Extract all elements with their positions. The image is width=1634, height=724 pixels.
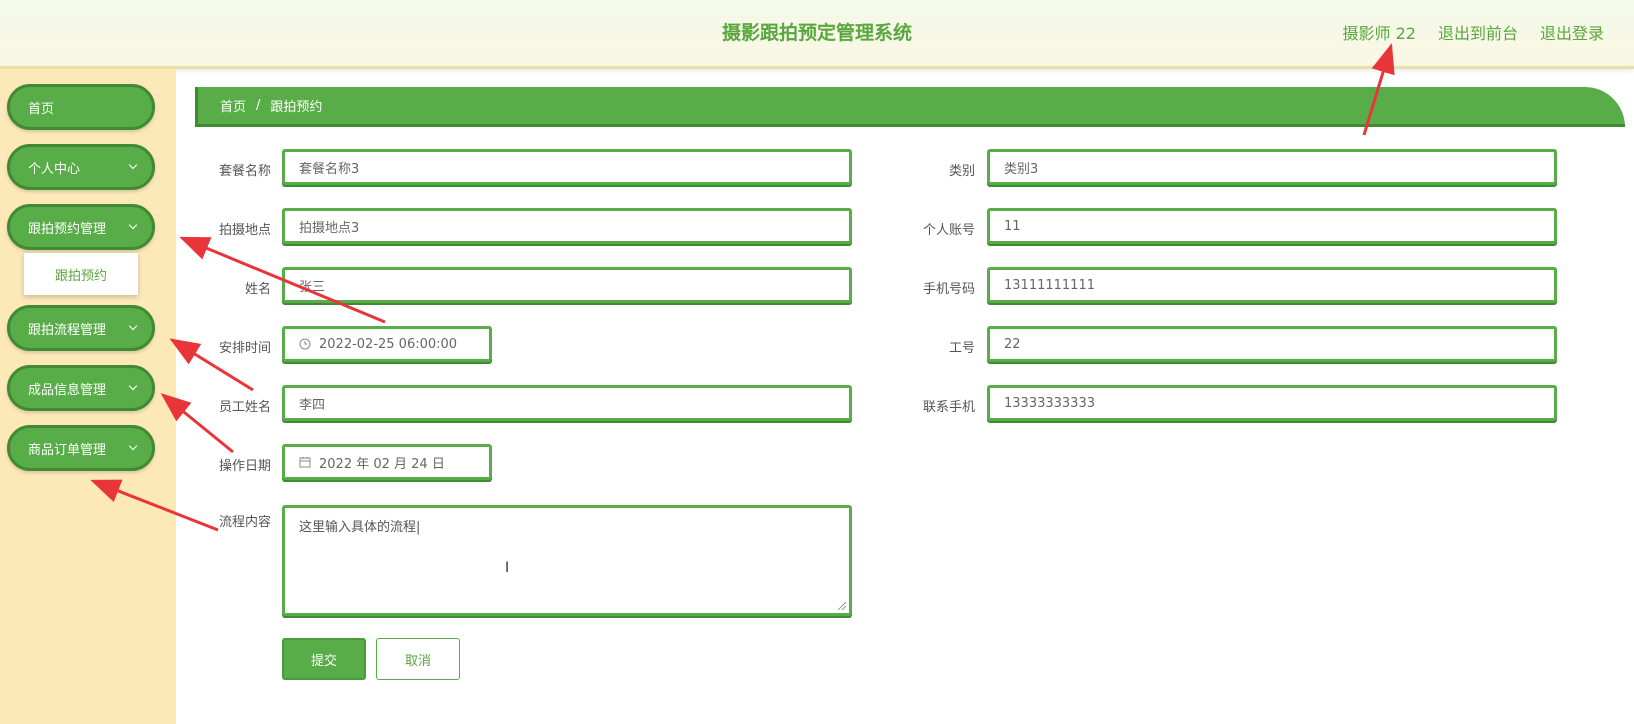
location-label: 拍摄地点 (218, 223, 271, 238)
logout-link[interactable]: 退出登录 (1540, 20, 1604, 44)
category-field[interactable]: 类别3 (987, 149, 1557, 185)
contact-phone-label: 联系手机 (922, 400, 975, 415)
resize-handle-icon[interactable] (838, 602, 846, 610)
exit-to-frontend-link[interactable]: 退出到前台 (1438, 20, 1518, 44)
chevron-down-icon (128, 160, 138, 170)
breadcrumb-current: 跟拍预约 (270, 100, 323, 115)
process-content-label: 流程内容 (218, 515, 271, 530)
account-field[interactable]: 11 (987, 208, 1557, 244)
sidebar-item-process-management[interactable]: 跟拍流程管理 (7, 305, 155, 351)
employee-no-value: 22 (1004, 336, 1021, 352)
sidebar-item-label: 个人中心 (28, 161, 81, 177)
chevron-down-icon (128, 220, 138, 230)
submit-button[interactable]: 提交 (282, 638, 366, 680)
employee-no-field[interactable]: 22 (987, 326, 1557, 362)
location-field[interactable]: 拍摄地点3 (282, 208, 852, 244)
sidebar-item-booking-management[interactable]: 跟拍预约管理 (7, 204, 155, 250)
chevron-down-icon (128, 321, 138, 331)
clock-icon (299, 338, 311, 350)
name-field[interactable]: 张三 (282, 267, 852, 303)
chevron-down-icon (128, 381, 138, 391)
employee-name-field[interactable]: 李四 (282, 385, 852, 421)
employee-name-value: 李四 (299, 397, 326, 413)
operation-date-label: 操作日期 (218, 459, 271, 474)
name-value: 张三 (299, 279, 326, 295)
calendar-icon (299, 456, 311, 468)
schedule-time-value: 2022-02-25 06:00:00 (319, 336, 458, 352)
sidebar-item-label: 成品信息管理 (28, 382, 107, 398)
text-cursor-icon: I (505, 560, 510, 576)
operation-date-picker[interactable]: 2022 年 02 月 24 日 (282, 444, 492, 480)
phone-label: 手机号码 (922, 282, 975, 297)
package-name-value: 套餐名称3 (299, 161, 360, 177)
location-value: 拍摄地点3 (299, 220, 360, 236)
sidebar-item-product-info[interactable]: 成品信息管理 (7, 365, 155, 411)
cancel-button[interactable]: 取消 (376, 638, 460, 680)
process-content-textarea[interactable]: 这里输入具体的流程| (282, 505, 852, 616)
current-user-link[interactable]: 摄影师 22 (1343, 20, 1416, 44)
schedule-time-label: 安排时间 (218, 341, 271, 356)
package-name-label: 套餐名称 (218, 164, 271, 179)
contact-phone-field[interactable]: 13333333333 (987, 385, 1557, 421)
operation-date-value: 2022 年 02 月 24 日 (319, 456, 445, 472)
top-bar: 摄影跟拍预定管理系统 摄影师 22 退出到前台 退出登录 (0, 0, 1634, 69)
breadcrumb-home[interactable]: 首页 (220, 96, 246, 115)
name-label: 姓名 (244, 282, 271, 297)
package-name-field[interactable]: 套餐名称3 (282, 149, 852, 185)
sidebar-item-label: 跟拍流程管理 (28, 322, 107, 338)
sidebar-item-personal-center[interactable]: 个人中心 (7, 144, 155, 190)
phone-value: 13111111111 (1004, 277, 1095, 293)
sidebar-item-label: 跟拍预约管理 (28, 221, 107, 237)
submenu-item-booking[interactable]: 跟拍预约 (24, 253, 138, 295)
sidebar-item-home[interactable]: 首页 (7, 84, 155, 130)
schedule-time-picker[interactable]: 2022-02-25 06:00:00 (282, 326, 492, 362)
employee-name-label: 员工姓名 (218, 400, 271, 415)
account-value: 11 (1004, 218, 1021, 234)
process-content-value: 这里输入具体的流程| (299, 520, 421, 535)
chevron-down-icon (128, 441, 138, 451)
top-links: 摄影师 22 退出到前台 退出登录 (1343, 20, 1604, 44)
sidebar-item-label: 首页 (28, 101, 55, 117)
contact-phone-value: 13333333333 (1004, 395, 1095, 411)
category-label: 类别 (948, 164, 975, 179)
employee-no-label: 工号 (948, 341, 975, 356)
breadcrumb-separator: / (256, 98, 261, 113)
sidebar-item-order-management[interactable]: 商品订单管理 (7, 425, 155, 471)
category-value: 类别3 (1004, 161, 1039, 177)
phone-field[interactable]: 13111111111 (987, 267, 1557, 303)
account-label: 个人账号 (922, 223, 975, 238)
sidebar-item-label: 商品订单管理 (28, 442, 107, 458)
breadcrumb: 首页 / 跟拍预约 (195, 87, 1625, 127)
